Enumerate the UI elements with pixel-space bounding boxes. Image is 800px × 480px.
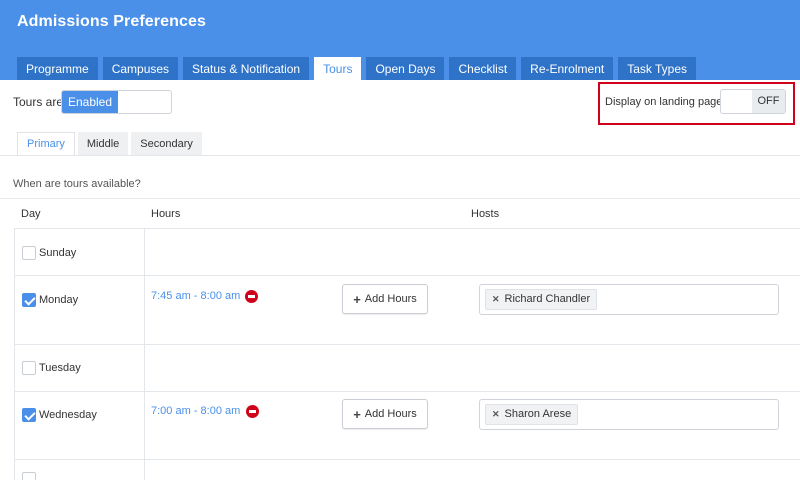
wednesday-add-hours-button[interactable]: + Add Hours bbox=[342, 399, 428, 429]
school-tab-bar: Primary Middle Secondary bbox=[17, 132, 205, 156]
app-header: Admissions Preferences Programme Campuse… bbox=[0, 0, 800, 80]
remove-hours-icon[interactable] bbox=[245, 290, 258, 303]
tab-middle[interactable]: Middle bbox=[77, 132, 129, 156]
tabs-divider bbox=[0, 155, 800, 156]
row-divider bbox=[14, 275, 800, 276]
monday-hours-link[interactable]: 7:45 am - 8:00 am bbox=[151, 290, 240, 302]
column-header-hosts: Hosts bbox=[471, 208, 500, 220]
question-divider bbox=[0, 198, 800, 199]
host-chip: ✕ Richard Chandler bbox=[485, 289, 598, 310]
tab-task-types[interactable]: Task Types bbox=[618, 57, 697, 80]
tab-tours[interactable]: Tours bbox=[314, 57, 362, 80]
column-header-hours: Hours bbox=[151, 208, 181, 220]
day-label-wednesday: Wednesday bbox=[39, 409, 97, 421]
day-label-sunday: Sunday bbox=[39, 247, 77, 259]
display-landing-toggle[interactable]: OFF bbox=[720, 89, 786, 114]
row-divider bbox=[14, 391, 800, 392]
monday-hosts-input[interactable]: ✕ Richard Chandler bbox=[479, 284, 779, 315]
schedule-table bbox=[14, 228, 800, 480]
host-chip: ✕ Sharon Arese bbox=[485, 404, 579, 425]
row-divider bbox=[14, 459, 800, 460]
tuesday-checkbox[interactable] bbox=[22, 361, 36, 375]
remove-host-icon[interactable]: ✕ bbox=[492, 290, 500, 309]
row-divider bbox=[14, 344, 800, 345]
add-hours-label: Add Hours bbox=[364, 408, 417, 420]
remove-host-icon[interactable]: ✕ bbox=[492, 405, 500, 424]
toggle-off-state: OFF bbox=[752, 90, 785, 113]
tab-programme[interactable]: Programme bbox=[17, 57, 98, 80]
tab-checklist[interactable]: Checklist bbox=[449, 57, 517, 80]
monday-add-hours-button[interactable]: + Add Hours bbox=[342, 284, 428, 314]
main-tab-bar: Programme Campuses Status & Notification… bbox=[17, 57, 701, 80]
add-hours-label: Add Hours bbox=[364, 293, 417, 305]
tab-status-notification[interactable]: Status & Notification bbox=[183, 57, 310, 80]
tab-open-days[interactable]: Open Days bbox=[366, 57, 445, 80]
display-landing-label: Display on landing page bbox=[605, 96, 723, 108]
tour-availability-question: When are tours available? bbox=[13, 178, 141, 190]
day-label-monday: Monday bbox=[39, 294, 79, 306]
day-label-tuesday: Tuesday bbox=[39, 362, 81, 374]
tab-secondary[interactable]: Secondary bbox=[131, 132, 202, 156]
wednesday-hosts-input[interactable]: ✕ Sharon Arese bbox=[479, 399, 779, 430]
tab-campuses[interactable]: Campuses bbox=[102, 57, 179, 80]
tab-primary[interactable]: Primary bbox=[17, 132, 75, 156]
toggle-enabled-state: Enabled bbox=[62, 91, 118, 113]
wednesday-checkbox[interactable] bbox=[22, 408, 36, 422]
monday-checkbox[interactable] bbox=[22, 293, 36, 307]
thursday-checkbox[interactable] bbox=[22, 472, 36, 480]
sunday-checkbox[interactable] bbox=[22, 246, 36, 260]
host-name: Richard Chandler bbox=[504, 293, 591, 305]
host-name: Sharon Arese bbox=[504, 408, 572, 420]
wednesday-hours-link[interactable]: 7:00 am - 8:00 am bbox=[151, 405, 240, 417]
plus-icon: + bbox=[353, 291, 361, 307]
column-header-day: Day bbox=[21, 208, 41, 220]
plus-icon: + bbox=[353, 406, 361, 422]
column-divider bbox=[144, 228, 145, 480]
tab-re-enrolment[interactable]: Re-Enrolment bbox=[521, 57, 614, 80]
page-title: Admissions Preferences bbox=[17, 13, 206, 30]
tours-are-label: Tours are bbox=[13, 95, 64, 109]
remove-hours-icon[interactable] bbox=[246, 405, 259, 418]
tours-enabled-toggle[interactable]: Enabled bbox=[61, 90, 172, 114]
